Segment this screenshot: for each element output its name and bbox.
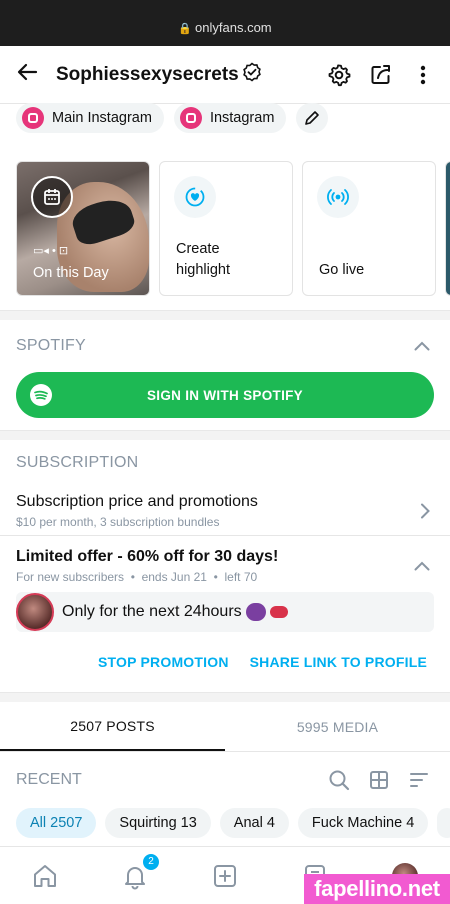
chip-category[interactable]: Fuck Machine 4 (297, 808, 429, 838)
share-link-button[interactable]: SHARE LINK TO PROFILE (250, 654, 427, 670)
avatar (16, 593, 54, 631)
profile-name-text: Sophiessexysecrets (56, 63, 239, 85)
social-links: Main Instagram Instagram (0, 103, 450, 133)
devil-emoji-icon (245, 603, 266, 621)
link-label: Main Instagram (52, 110, 152, 126)
pencil-icon (305, 111, 320, 125)
verified-icon (242, 61, 262, 88)
calendar-icon (31, 176, 73, 218)
instagram-icon (179, 107, 202, 129)
go-live-label: Go live (319, 262, 365, 278)
instagram-link[interactable]: Instagram (173, 103, 287, 133)
on-this-day-label: On this Day (33, 265, 109, 281)
create-highlight-label: Create highlight (176, 241, 231, 278)
category-chips: All 2507 Squirting 13 Anal 4 Fuck Machin… (0, 808, 450, 838)
home-icon (34, 864, 56, 887)
create-highlight-tile[interactable]: Create highlight (159, 161, 293, 296)
lock-icon: 🔒 (178, 23, 193, 35)
url-text: onlyfans.com (195, 20, 272, 35)
content-tabs: 2507 POSTS 5995 MEDIA (0, 702, 450, 752)
subscription-row-title: Subscription price and promotions (16, 492, 258, 510)
go-live-tile[interactable]: Go live (302, 161, 436, 296)
chevron-up-icon[interactable] (414, 341, 430, 351)
profile-name: Sophiessexysecrets (56, 61, 262, 88)
nav-new-post[interactable] (180, 862, 270, 890)
grid-view-icon[interactable] (368, 769, 390, 791)
tab-posts[interactable]: 2507 POSTS (0, 702, 225, 751)
search-icon[interactable] (328, 769, 350, 791)
spotify-heading: SPOTIFY (16, 337, 86, 354)
kiss-lips-icon (269, 606, 288, 618)
media-type-icons: ▭◂ • ⊡ (33, 245, 69, 257)
offer-message-text: Only for the next 24hours (62, 603, 242, 620)
section-divider (0, 430, 450, 440)
spotify-button-label: SIGN IN WITH SPOTIFY (146, 387, 303, 403)
notification-badge: 2 (143, 853, 159, 870)
spotify-header[interactable]: SPOTIFY (0, 320, 450, 372)
highlights-row: ▭◂ • ⊡ On this Day Create highlight Go l… (0, 161, 450, 296)
browser-url[interactable]: 🔒 onlyfans.com (0, 20, 450, 35)
chip-category[interactable]: Anal 4 (219, 808, 289, 838)
offer-row[interactable]: Limited offer - 60% off for 30 days! For… (0, 536, 450, 592)
tab-media[interactable]: 5995 MEDIA (225, 702, 450, 751)
recent-heading: RECENT (16, 771, 82, 788)
section-divider (0, 310, 450, 320)
chevron-up-icon[interactable] (414, 561, 430, 571)
subscription-price-row[interactable]: Subscription price and promotions $10 pe… (0, 486, 450, 536)
chip-all[interactable]: All 2507 (16, 808, 97, 838)
share-icon[interactable] (368, 62, 394, 88)
chevron-right-icon (421, 503, 430, 518)
back-arrow-icon[interactable] (16, 61, 48, 89)
subscription-heading: SUBSCRIPTION (16, 454, 139, 471)
add-square-icon (214, 864, 236, 887)
chip-category[interactable]: Squirting 13 (105, 808, 211, 838)
nav-home[interactable] (0, 862, 90, 890)
watermark: fapellino.net (304, 874, 450, 904)
spotify-icon (30, 384, 52, 406)
nav-notifications[interactable]: 2 (90, 853, 180, 890)
more-vertical-icon[interactable] (410, 62, 436, 88)
recent-header: RECENT (0, 752, 450, 808)
sort-icon[interactable] (408, 769, 430, 791)
subscription-row-subtitle: $10 per month, 3 subscription bundles (16, 514, 220, 529)
chip-partial[interactable] (437, 808, 450, 838)
next-highlight-tile[interactable] (445, 161, 450, 296)
stop-promotion-button[interactable]: STOP PROMOTION (98, 654, 229, 670)
subscription-header: SUBSCRIPTION (0, 440, 450, 486)
app-header: Sophiessexysecrets (0, 46, 450, 104)
broadcast-icon (317, 176, 359, 218)
offer-message: Only for the next 24hours (16, 592, 434, 632)
offer-title: Limited offer - 60% off for 30 days! (16, 548, 279, 565)
spotify-signin-button[interactable]: SIGN IN WITH SPOTIFY (16, 372, 434, 418)
instagram-icon (22, 107, 44, 129)
edit-links-button[interactable] (296, 103, 329, 133)
offer-details: For new subscribers • ends Jun 21 • left… (16, 570, 258, 584)
section-divider (0, 692, 450, 702)
heart-add-icon (174, 176, 216, 218)
settings-gear-icon[interactable] (326, 62, 352, 88)
link-label: Instagram (209, 110, 275, 126)
offer-actions: STOP PROMOTION SHARE LINK TO PROFILE (0, 632, 450, 692)
on-this-day-tile[interactable]: ▭◂ • ⊡ On this Day (16, 161, 150, 296)
main-instagram-link[interactable]: Main Instagram (16, 103, 164, 133)
browser-status-bar: 🔒 onlyfans.com (0, 0, 450, 46)
